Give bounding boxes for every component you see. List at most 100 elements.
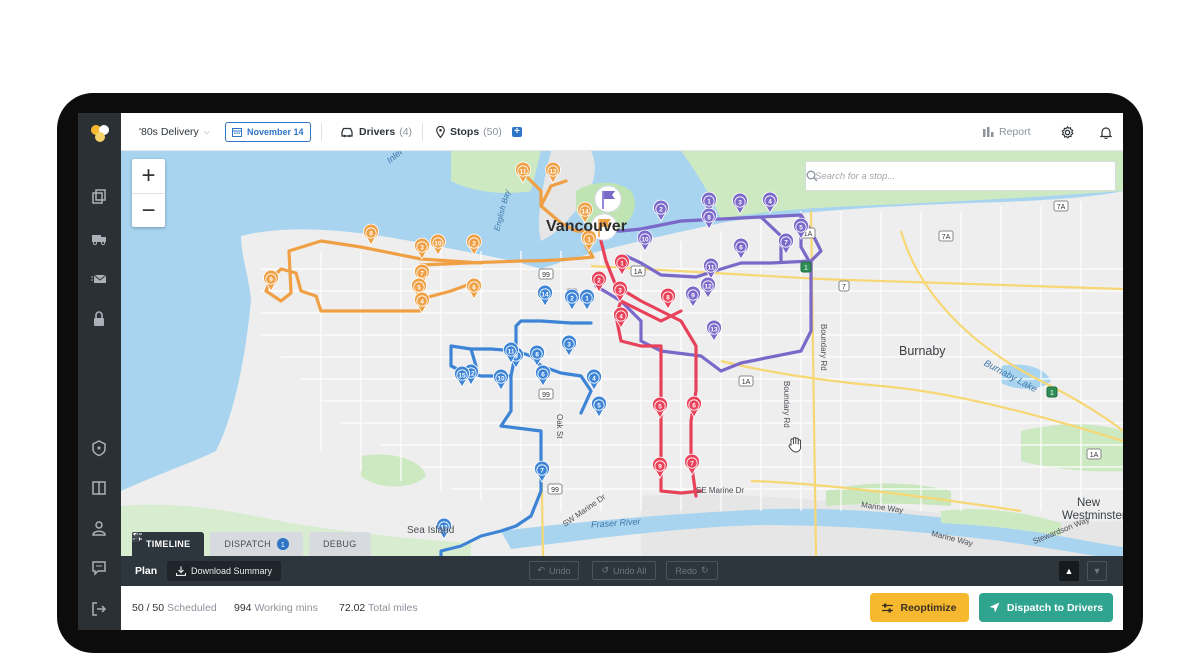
logout-icon[interactable] (90, 600, 108, 618)
add-page-icon[interactable] (90, 479, 108, 497)
svg-text:1: 1 (1050, 390, 1054, 397)
collapse-up-button[interactable]: ▲ (1059, 561, 1079, 581)
miles-stat: 72.02 Total miles (339, 602, 418, 614)
chevron-down-icon: ⌵ (203, 127, 210, 136)
truck-icon[interactable] (90, 229, 108, 247)
search-placeholder: Search for a stop... (815, 170, 896, 182)
stop-number: 12 (704, 283, 712, 290)
copy-icon[interactable] (90, 188, 108, 206)
reoptimize-label: Reoptimize (900, 601, 957, 614)
mail-icon[interactable] (90, 270, 108, 288)
download-icon (176, 566, 186, 576)
bell-icon[interactable] (1100, 126, 1112, 139)
undo-all-button[interactable]: ↺ Undo All (592, 561, 656, 580)
date-picker-button[interactable]: November 14 (225, 122, 311, 142)
svg-text:7A: 7A (942, 234, 951, 241)
tab-timeline[interactable]: TIMELINE (132, 532, 205, 556)
stop-number: 6 (739, 244, 743, 251)
tab-debug[interactable]: DEBUG (132, 532, 371, 556)
zoom-out-button[interactable]: − (132, 193, 165, 227)
map-label-burnaby: Burnaby (899, 344, 946, 358)
stop-number: 7 (690, 460, 694, 467)
stop-number: 1 (585, 295, 589, 302)
divider (321, 123, 322, 141)
stop-number: 14 (581, 208, 589, 215)
divider (422, 123, 423, 141)
stop-number: 10 (434, 240, 442, 247)
plan-title: Plan (135, 565, 158, 577)
svg-text:99: 99 (551, 487, 559, 494)
stop-number: 7 (784, 239, 788, 246)
working-label: Working mins (254, 602, 318, 614)
download-summary-button[interactable]: Download Summary (167, 561, 282, 581)
stop-number: 8 (369, 230, 373, 237)
gear-icon[interactable] (1061, 125, 1074, 139)
project-selector[interactable]: '80s Delivery ⌵ (139, 113, 210, 151)
search-icon[interactable] (806, 170, 818, 182)
stop-number: 1 (620, 260, 624, 267)
user-icon[interactable] (90, 519, 108, 537)
svg-text:1A: 1A (634, 269, 643, 276)
undo-button[interactable]: ↶ Undo (529, 561, 579, 580)
stops-button[interactable]: Stops (50) (436, 113, 502, 151)
stop-number: 4 (420, 298, 424, 305)
stop-number: 11 (708, 264, 715, 271)
stop-number: 11 (520, 168, 527, 175)
redo-icon: ↻ (700, 565, 709, 575)
date-label: November 14 (247, 127, 304, 137)
feedback-icon[interactable] (90, 559, 108, 577)
stop-number: 10 (641, 236, 649, 243)
dispatch-to-drivers-button[interactable]: Dispatch to Drivers (979, 593, 1113, 622)
report-label: Report (999, 126, 1031, 138)
stop-number: 13 (710, 326, 718, 333)
app-logo[interactable] (89, 124, 111, 144)
stop-number: 2 (659, 206, 663, 213)
tab-dispatch[interactable]: DISPATCH 1 (132, 532, 303, 556)
stop-number: 4 (768, 198, 772, 205)
stop-number: 3 (567, 341, 571, 348)
zoom-in-button[interactable]: + (132, 159, 165, 193)
app-screen: '80s Delivery ⌵ November 14 Drivers (4) … (78, 113, 1123, 630)
drivers-label: Drivers (359, 126, 396, 138)
scheduled-label: Scheduled (167, 602, 217, 614)
lock-icon[interactable] (90, 310, 108, 328)
drivers-button[interactable]: Drivers (4) (340, 113, 412, 151)
project-name: '80s Delivery (139, 126, 199, 138)
stop-number: 6 (472, 284, 476, 291)
stop-number: 8 (535, 351, 539, 358)
map-canvas: 99 99 99 7 1A 1A 7 7A 7A 1A 1A 1 1 (121, 151, 1123, 556)
svg-text:99: 99 (542, 272, 550, 279)
stop-number: 2 (472, 240, 476, 247)
scheduled-value: 50 / 50 (132, 602, 165, 614)
tab-label: TIMELINE (146, 539, 191, 549)
dispatch-badge: 1 (276, 538, 289, 550)
tab-label: DEBUG (322, 539, 357, 549)
stop-number: 5 (799, 224, 803, 231)
expand-down-button[interactable]: ▼ (1087, 561, 1107, 581)
stop-number: 5 (597, 402, 601, 409)
scheduled-stat: 50 / 50 Scheduled (132, 602, 217, 614)
car-icon (341, 127, 353, 137)
stop-number: 12 (549, 168, 557, 175)
top-bar: '80s Delivery ⌵ November 14 Drivers (4) … (121, 113, 1123, 151)
redo-button[interactable]: Redo ↻ (666, 561, 718, 580)
sliders-icon (882, 603, 894, 612)
chevron-down-icon: ▼ (1092, 566, 1102, 576)
route-map[interactable]: 99 99 99 7 1A 1A 7 7A 7A 1A 1A 1 1 (121, 151, 1123, 556)
svg-text:1A: 1A (1090, 452, 1099, 459)
stop-number: 5 (417, 284, 421, 291)
orange-stop-marker[interactable]: 2 (466, 233, 482, 256)
add-stop-button[interactable]: + (512, 127, 522, 137)
svg-text:1: 1 (804, 265, 808, 272)
stop-number: 9 (691, 292, 695, 299)
purple-stop-marker[interactable]: 2 (653, 199, 669, 222)
report-button[interactable]: Report (983, 113, 1031, 151)
shield-icon[interactable] (90, 439, 108, 457)
undo-icon: ↶ (537, 565, 546, 575)
stop-search-input[interactable]: Search for a stop... (805, 161, 1116, 191)
redo-label: Redo (675, 565, 697, 576)
stop-number: 7 (420, 270, 424, 277)
svg-text:7: 7 (842, 284, 846, 291)
stop-number: 8 (707, 214, 711, 221)
reoptimize-button[interactable]: Reoptimize (870, 593, 969, 622)
